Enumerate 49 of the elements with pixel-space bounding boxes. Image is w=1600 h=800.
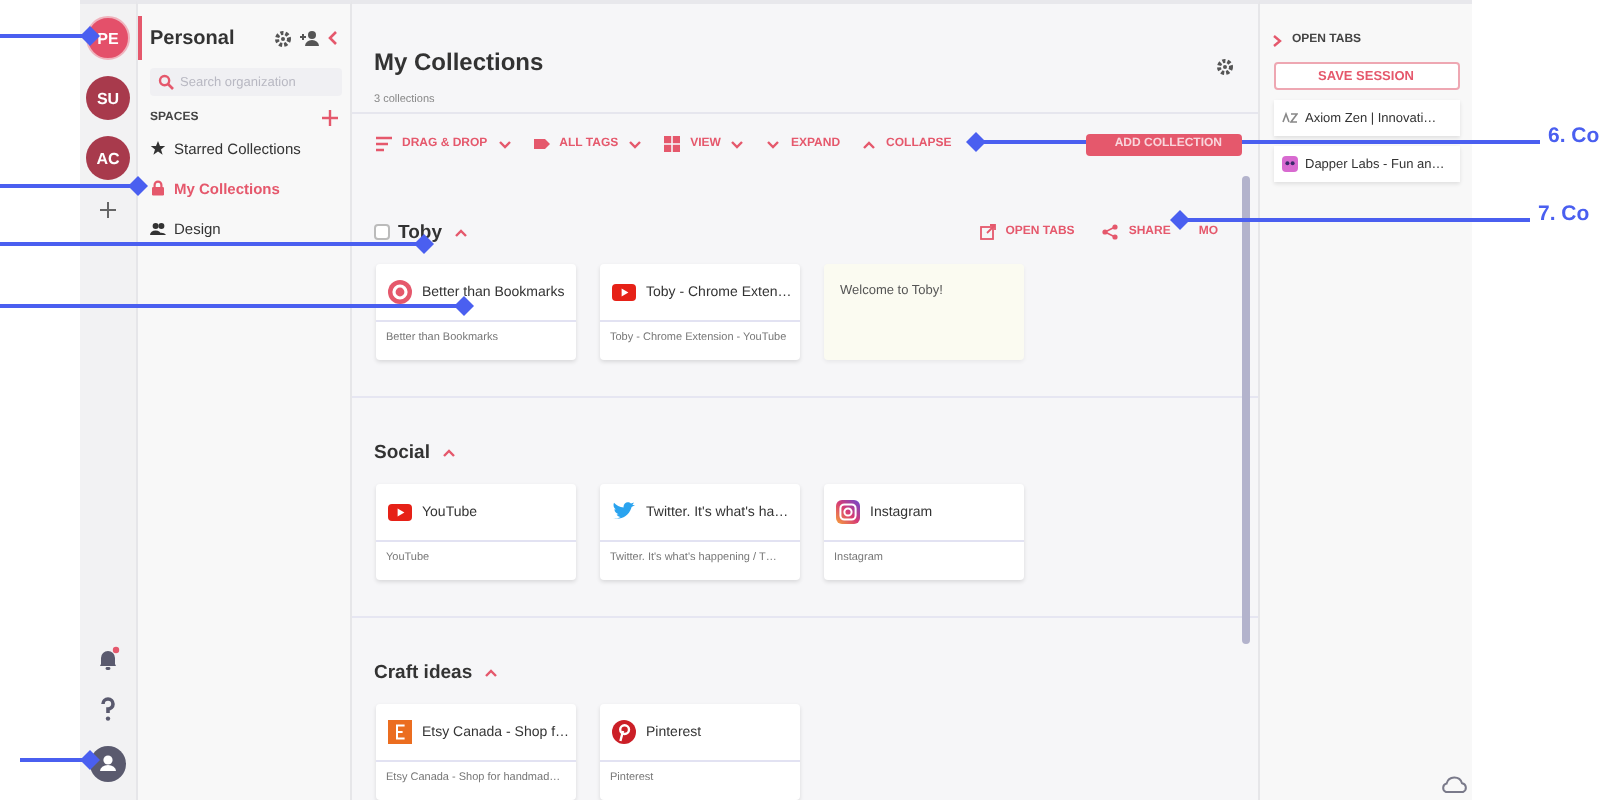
- organization-avatar[interactable]: AC: [86, 136, 130, 180]
- star-icon: [150, 140, 166, 156]
- shop-logo-icon: [388, 720, 412, 744]
- callout-label: 7. Co: [1538, 202, 1590, 226]
- organization-avatar[interactable]: PE: [86, 16, 130, 60]
- chevron-down-icon[interactable]: [497, 139, 512, 149]
- chevron-up-icon[interactable]: [484, 667, 499, 677]
- tag-icon: [533, 136, 550, 152]
- notification-bell-icon[interactable]: [96, 646, 120, 672]
- settings-icon[interactable]: [274, 29, 292, 47]
- add-icon[interactable]: [322, 110, 338, 126]
- settings-icon[interactable]: [1216, 58, 1234, 76]
- collection-title: Social: [374, 441, 430, 463]
- callout-label: 6. Co: [1548, 124, 1600, 148]
- pin-logo-icon: [612, 720, 636, 744]
- share-icon: [1102, 224, 1119, 240]
- chevron-down-icon[interactable]: [628, 139, 643, 149]
- people-icon: [150, 220, 166, 236]
- sort-icon: [376, 136, 392, 152]
- help-icon[interactable]: [98, 696, 118, 722]
- logo-icon: [1281, 110, 1297, 126]
- play-icon: [388, 500, 412, 524]
- chevron-down-icon[interactable]: [766, 139, 781, 149]
- chevron-up-icon[interactable]: [442, 447, 456, 457]
- collection-title: Toby: [398, 221, 442, 243]
- organization-name: Personal: [150, 27, 235, 49]
- leader-line: [20, 748, 100, 772]
- chevron-up-icon[interactable]: [454, 227, 468, 237]
- external-link-icon: [979, 224, 996, 240]
- play-icon: [612, 280, 636, 304]
- expand-chevron-icon[interactable]: [1272, 33, 1282, 47]
- circle-logo-icon: [388, 280, 412, 304]
- chevron-up-icon[interactable]: [862, 139, 877, 149]
- collapse-chevron-icon[interactable]: [328, 30, 338, 46]
- chevron-down-icon[interactable]: [730, 139, 745, 149]
- organization-avatar[interactable]: SU: [86, 76, 130, 120]
- leader-line: [0, 24, 100, 48]
- grid-icon: [664, 136, 681, 152]
- add-icon[interactable]: [98, 200, 118, 220]
- cloud-icon[interactable]: [1440, 774, 1468, 794]
- scrollbar[interactable]: [1242, 176, 1250, 644]
- add-member-icon[interactable]: [300, 30, 320, 46]
- checkbox[interactable]: [374, 224, 390, 240]
- robot-icon: [1281, 156, 1297, 172]
- bird-icon: [612, 500, 636, 524]
- lock-icon: [150, 180, 166, 196]
- collection-title: Craft ideas: [374, 661, 473, 683]
- camera-icon: [836, 500, 860, 524]
- page-title: My Collections: [374, 48, 544, 76]
